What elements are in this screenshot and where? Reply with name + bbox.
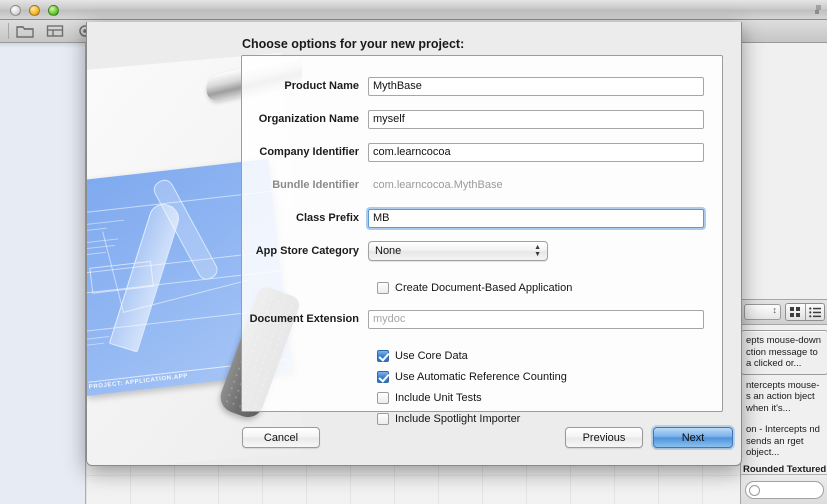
app-store-category-value: None (375, 245, 402, 257)
checkbox-row-document-based[interactable]: Create Document-Based Application (242, 277, 704, 298)
previous-button[interactable]: Previous (565, 427, 643, 448)
document-extension-label: Document Extension (249, 313, 359, 325)
checkbox-row-core-data[interactable]: Use Core Data (242, 345, 704, 366)
app-store-category-label: App Store Category (255, 245, 359, 257)
library-filter-popup[interactable] (744, 304, 781, 320)
product-name-label: Product Name (284, 80, 359, 92)
bundle-identifier-value: com.learncocoa.MythBase (373, 179, 503, 191)
bundle-identifier-label: Bundle Identifier (272, 179, 359, 191)
field-row-class-prefix: Class Prefix MB (242, 206, 704, 230)
include-unit-tests-label: Include Unit Tests (395, 391, 482, 404)
window-titlebar (0, 0, 827, 20)
library-view-toggle (785, 303, 825, 321)
grid-view-icon[interactable] (786, 304, 805, 320)
checkbox-row-unit-tests[interactable]: Include Unit Tests (242, 387, 704, 408)
use-core-data-label: Use Core Data (395, 349, 468, 362)
field-row-document-extension: Document Extension mydoc (242, 307, 704, 331)
document-based-label: Create Document-Based Application (395, 281, 573, 294)
company-identifier-label: Company Identifier (259, 146, 359, 158)
traffic-light-group (10, 5, 59, 16)
organization-name-input[interactable]: myself (368, 109, 704, 129)
field-row-app-store-category: App Store Category None ▲ ▼ (242, 239, 704, 263)
list-item-label: on - Intercepts nd sends an rget object.… (746, 424, 820, 458)
checkbox-row-arc[interactable]: Use Automatic Reference Counting (242, 366, 704, 387)
app-store-category-select[interactable]: None ▲ ▼ (368, 241, 548, 261)
close-button-icon[interactable] (10, 5, 21, 16)
include-unit-tests-checkbox[interactable] (377, 391, 389, 404)
class-prefix-label: Class Prefix (296, 212, 359, 224)
toolbar-button-group (16, 23, 94, 39)
search-icon (749, 484, 760, 496)
cancel-button[interactable]: Cancel (242, 427, 320, 448)
library-search-bar (741, 474, 827, 504)
use-arc-label: Use Automatic Reference Counting (395, 370, 567, 383)
folder-icon[interactable] (16, 23, 34, 39)
product-name-input[interactable]: MythBase (368, 76, 704, 96)
page-title: Choose options for your new project: (242, 37, 465, 51)
zoom-button-icon[interactable] (48, 5, 59, 16)
document-extension-input[interactable]: mydoc (368, 309, 704, 329)
new-project-options-sheet: Choose options for your new project: PRO… (86, 22, 742, 466)
class-prefix-input[interactable]: MB (368, 208, 704, 228)
navigator-panel[interactable] (0, 43, 86, 504)
organization-name-label: Organization Name (258, 113, 359, 125)
list-item-label: ntercepts mouse- s an action bject when … (746, 379, 820, 414)
document-based-checkbox[interactable] (377, 281, 389, 294)
field-row-product-name: Product Name MythBase (242, 74, 704, 98)
toolbar-divider (8, 23, 9, 39)
options-form-card: Product Name MythBase Organization Name … (241, 55, 723, 425)
field-row-company-identifier: Company Identifier com.learncocoa (242, 140, 704, 164)
utility-panel: epts mouse-down ction message to a click… (740, 43, 827, 504)
layout-icon[interactable] (46, 23, 64, 39)
field-row-bundle-identifier: Bundle Identifier com.learncocoa.MythBas… (242, 173, 704, 197)
list-item[interactable]: ntercepts mouse- s an action bject when … (741, 375, 827, 420)
list-view-icon[interactable] (805, 304, 824, 320)
resize-grip-icon[interactable] (809, 4, 822, 16)
sheet-button-bar: Cancel Previous Next (87, 417, 741, 465)
next-button[interactable]: Next (653, 427, 733, 448)
field-row-organization-name: Organization Name myself (242, 107, 704, 131)
list-item[interactable]: epts mouse-down ction message to a click… (741, 330, 827, 375)
minimize-button-icon[interactable] (29, 5, 40, 16)
library-toolbar (741, 299, 827, 325)
list-item-partial-label: Rounded Textured Butt (743, 464, 827, 473)
company-identifier-input[interactable]: com.learncocoa (368, 142, 704, 162)
navigator-header (0, 43, 85, 48)
list-item[interactable]: on - Intercepts nd sends an rget object.… (741, 419, 827, 464)
list-item-label: epts mouse-down ction message to a click… (746, 335, 821, 369)
chevron-updown-icon: ▲ ▼ (534, 244, 541, 258)
use-arc-checkbox[interactable] (377, 370, 389, 383)
library-object-list[interactable]: epts mouse-down ction message to a click… (741, 327, 827, 474)
use-core-data-checkbox[interactable] (377, 349, 389, 362)
search-input[interactable] (745, 480, 824, 499)
